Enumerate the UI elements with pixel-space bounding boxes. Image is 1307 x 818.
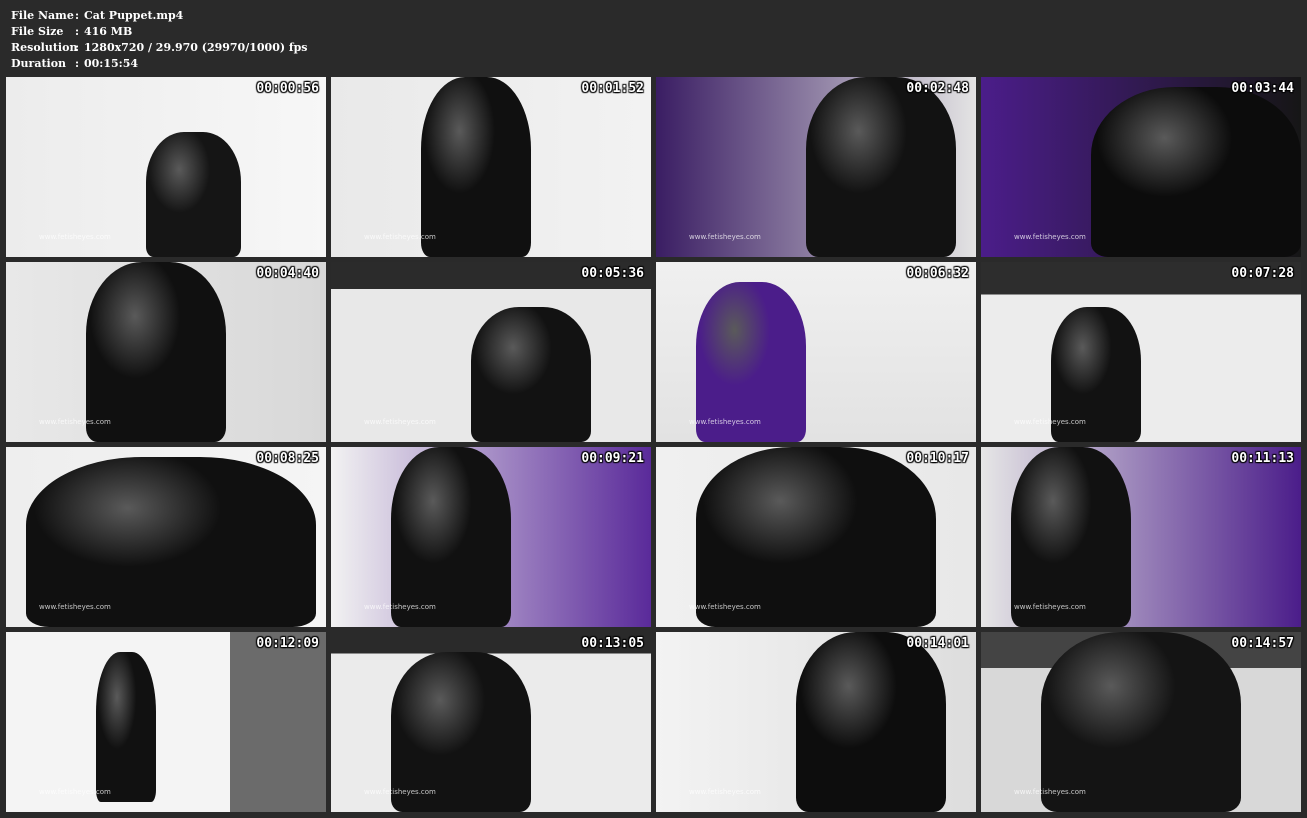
video-thumbnail[interactable]: 00:05:36 www.fetisheyes.com — [331, 262, 651, 442]
thumbnail-timestamp: 00:10:17 — [906, 451, 969, 466]
thumbnail-timestamp: 00:11:13 — [1231, 451, 1294, 466]
file-name-label: File Name — [11, 9, 74, 22]
watermark: www.fetisheyes.com — [689, 233, 761, 241]
duration-label: Duration — [11, 57, 67, 70]
watermark: www.fetisheyes.com — [39, 788, 111, 796]
figure-silhouette — [86, 262, 226, 442]
watermark: www.fetisheyes.com — [689, 788, 761, 796]
duration-row: Duration : 00:15:54 — [11, 56, 308, 72]
video-thumbnail[interactable]: 00:01:52 www.fetisheyes.com — [331, 77, 651, 257]
file-name-value: Cat Puppet.mp4 — [84, 9, 184, 22]
file-size-label: File Size — [11, 25, 64, 38]
figure-silhouette — [26, 457, 316, 627]
file-size-row: File Size : 416 MB — [11, 24, 308, 40]
watermark: www.fetisheyes.com — [1014, 233, 1086, 241]
figure-silhouette — [146, 132, 241, 257]
file-name-row: File Name : Cat Puppet.mp4 — [11, 8, 308, 24]
thumbnail-timestamp: 00:12:09 — [256, 636, 319, 651]
watermark: www.fetisheyes.com — [364, 788, 436, 796]
video-thumbnail[interactable]: 00:08:25 www.fetisheyes.com — [6, 447, 326, 627]
figure-silhouette — [1011, 447, 1131, 627]
figure-silhouette — [96, 652, 156, 802]
figure-silhouette — [471, 307, 591, 442]
duration-value: 00:15:54 — [84, 57, 139, 70]
file-info-header: File Name : Cat Puppet.mp4 File Size : 4… — [11, 8, 308, 72]
thumbnail-timestamp: 00:00:56 — [256, 81, 319, 96]
thumbnail-timestamp: 00:02:48 — [906, 81, 969, 96]
video-thumbnail[interactable]: 00:14:01 www.fetisheyes.com — [656, 632, 976, 812]
thumbnail-timestamp: 00:04:40 — [256, 266, 319, 281]
video-thumbnail[interactable]: 00:12:09 www.fetisheyes.com — [6, 632, 326, 812]
watermark: www.fetisheyes.com — [689, 603, 761, 611]
video-thumbnail[interactable]: 00:07:28 www.fetisheyes.com — [981, 262, 1301, 442]
watermark: www.fetisheyes.com — [689, 418, 761, 426]
thumbnail-timestamp: 00:07:28 — [1231, 266, 1294, 281]
thumbnail-timestamp: 00:06:32 — [906, 266, 969, 281]
thumbnail-timestamp: 00:09:21 — [581, 451, 644, 466]
thumbnail-timestamp: 00:05:36 — [581, 266, 644, 281]
video-thumbnail[interactable]: 00:10:17 www.fetisheyes.com — [656, 447, 976, 627]
figure-silhouette — [1091, 87, 1301, 257]
file-size-value: 416 MB — [84, 25, 133, 38]
separator: : — [75, 57, 80, 70]
video-thumbnail[interactable]: 00:14:57 www.fetisheyes.com — [981, 632, 1301, 812]
figure-silhouette — [796, 632, 946, 812]
watermark: www.fetisheyes.com — [1014, 788, 1086, 796]
thumbnail-timestamp: 00:13:05 — [581, 636, 644, 651]
thumbnail-timestamp: 00:08:25 — [256, 451, 319, 466]
resolution-row: Resolution : 1280x720 / 29.970 (29970/10… — [11, 40, 308, 56]
thumbnail-timestamp: 00:03:44 — [1231, 81, 1294, 96]
watermark: www.fetisheyes.com — [39, 603, 111, 611]
thumbnail-grid: 00:00:56 www.fetisheyes.com 00:01:52 www.fe… — [6, 77, 1302, 813]
video-thumbnail[interactable]: 00:03:44 www.fetisheyes.com — [981, 77, 1301, 257]
thumbnail-timestamp: 00:14:01 — [906, 636, 969, 651]
video-thumbnail[interactable]: 00:02:48 www.fetisheyes.com — [656, 77, 976, 257]
separator: : — [75, 41, 80, 54]
separator: : — [75, 25, 80, 38]
watermark: www.fetisheyes.com — [39, 418, 111, 426]
video-thumbnail[interactable]: 00:09:21 www.fetisheyes.com — [331, 447, 651, 627]
video-thumbnail[interactable]: 00:11:13 www.fetisheyes.com — [981, 447, 1301, 627]
resolution-label: Resolution — [11, 41, 78, 54]
figure-silhouette — [1041, 632, 1241, 812]
video-thumbnail[interactable]: 00:00:56 www.fetisheyes.com — [6, 77, 326, 257]
thumbnail-image — [981, 262, 1301, 442]
watermark: www.fetisheyes.com — [364, 603, 436, 611]
separator: : — [75, 9, 80, 22]
video-thumbnail[interactable]: 00:13:05 www.fetisheyes.com — [331, 632, 651, 812]
figure-silhouette — [806, 77, 956, 257]
watermark: www.fetisheyes.com — [39, 233, 111, 241]
thumbnail-timestamp: 00:01:52 — [581, 81, 644, 96]
watermark: www.fetisheyes.com — [364, 418, 436, 426]
video-thumbnail[interactable]: 00:04:40 www.fetisheyes.com — [6, 262, 326, 442]
figure-silhouette — [391, 447, 511, 627]
watermark: www.fetisheyes.com — [1014, 418, 1086, 426]
resolution-value: 1280x720 / 29.970 (29970/1000) fps — [84, 41, 308, 54]
watermark: www.fetisheyes.com — [1014, 603, 1086, 611]
watermark: www.fetisheyes.com — [364, 233, 436, 241]
thumbnail-timestamp: 00:14:57 — [1231, 636, 1294, 651]
thumbnail-image — [6, 632, 326, 812]
figure-silhouette — [421, 77, 531, 257]
video-thumbnail[interactable]: 00:06:32 www.fetisheyes.com — [656, 262, 976, 442]
figure-silhouette — [696, 447, 936, 627]
